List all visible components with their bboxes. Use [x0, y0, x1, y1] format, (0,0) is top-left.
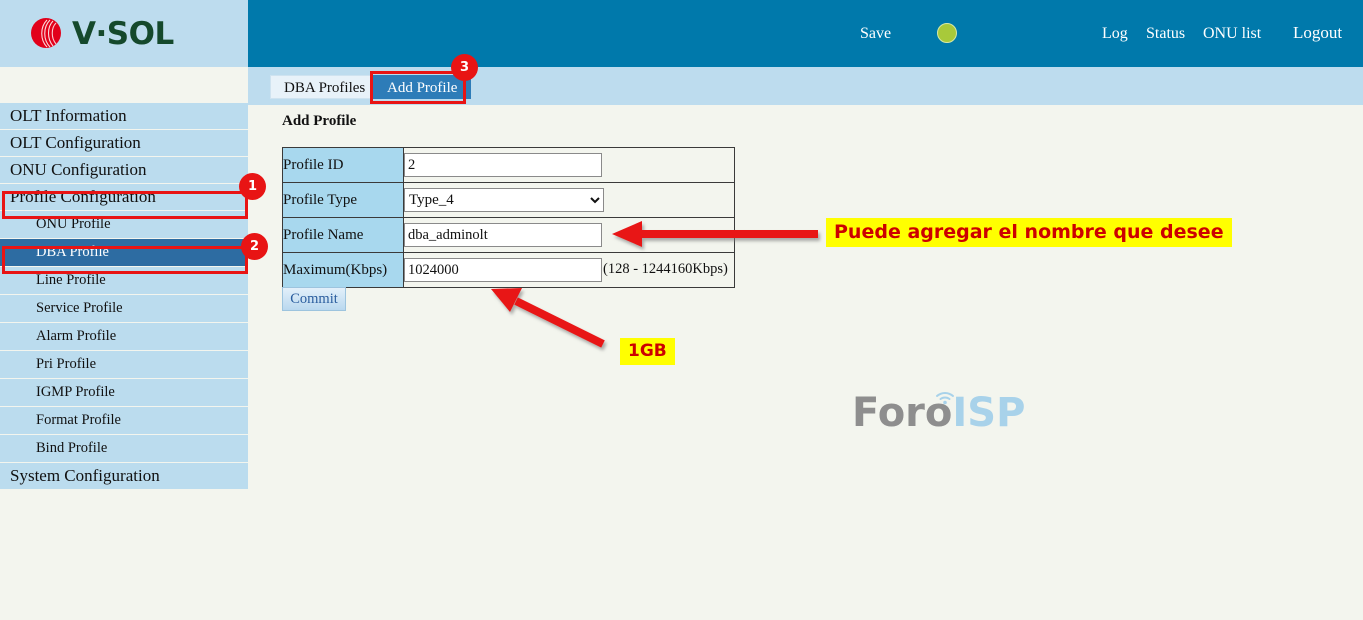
wifi-signal-icon [934, 389, 956, 405]
sidebar-item-service-profile[interactable]: Service Profile [0, 295, 248, 322]
log-link[interactable]: Log [1102, 25, 1128, 43]
sidebar-item-igmp-profile[interactable]: IGMP Profile [0, 379, 248, 406]
label-profile-name: Profile Name [282, 217, 404, 253]
top-band: V·SOL Save Log Status ONU list Logout [0, 0, 1363, 67]
watermark-part-isp: ISP [952, 390, 1026, 436]
table-row-profile-type: Profile Type Type_4 [282, 182, 735, 218]
sidebar-item-onu-configuration[interactable]: ONU Configuration [0, 157, 248, 183]
save-status-indicator-icon [937, 23, 957, 43]
brand-name: V·SOL [72, 15, 174, 52]
tab-add-profile[interactable]: Add Profile [373, 75, 472, 99]
sidebar-nav: OLT Information OLT Configuration ONU Co… [0, 67, 248, 490]
sidebar-item-olt-information[interactable]: OLT Information [0, 103, 248, 129]
onu-list-link[interactable]: ONU list [1203, 25, 1261, 43]
watermark-part-foro: Foro [852, 390, 953, 436]
table-row-profile-name: Profile Name [282, 217, 735, 253]
vsol-swoosh-logo-icon [22, 12, 66, 56]
save-button[interactable]: Save [860, 25, 891, 43]
sidebar-item-format-profile[interactable]: Format Profile [0, 407, 248, 434]
status-link[interactable]: Status [1146, 25, 1185, 43]
commit-button[interactable]: Commit [282, 287, 346, 311]
tab-bar: DBA Profiles Add Profile [248, 67, 1363, 105]
sidebar-item-dba-profile[interactable]: DBA Profile [0, 239, 248, 266]
sidebar-item-pri-profile[interactable]: Pri Profile [0, 351, 248, 378]
page-title: Add Profile [282, 113, 357, 129]
tab-dba-profiles[interactable]: DBA Profiles [270, 75, 380, 99]
label-profile-type: Profile Type [282, 182, 404, 218]
sidebar-item-line-profile[interactable]: Line Profile [0, 267, 248, 294]
label-maximum-kbps: Maximum(Kbps) [282, 252, 404, 288]
table-row-maximum-kbps: Maximum(Kbps) (128 - 1244160Kbps) [282, 252, 735, 288]
sidebar-item-system-configuration[interactable]: System Configuration [0, 463, 248, 489]
logout-link[interactable]: Logout [1293, 23, 1342, 43]
sidebar-item-profile-configuration[interactable]: Profile Configuration [0, 184, 248, 210]
content-area: Add Profile Profile ID Profile Type Type… [248, 105, 1363, 620]
brand-logo: V·SOL [0, 0, 248, 67]
maximum-kbps-range-hint: (128 - 1244160Kbps) [603, 261, 728, 278]
profile-type-select[interactable]: Type_4 [404, 188, 604, 212]
sidebar-item-alarm-profile[interactable]: Alarm Profile [0, 323, 248, 350]
table-row-profile-id: Profile ID [282, 147, 735, 183]
label-profile-id: Profile ID [282, 147, 404, 183]
sidebar-item-onu-profile[interactable]: ONU Profile [0, 211, 248, 238]
sidebar-item-bind-profile[interactable]: Bind Profile [0, 435, 248, 462]
header-bar: Save Log Status ONU list Logout [248, 0, 1363, 67]
add-profile-form: Profile ID Profile Type Type_4 Profile N… [282, 147, 735, 288]
foroisp-watermark: ForoISP [852, 393, 1025, 433]
maximum-kbps-input[interactable] [404, 258, 602, 282]
profile-name-input[interactable] [404, 223, 602, 247]
sidebar-item-olt-configuration[interactable]: OLT Configuration [0, 130, 248, 156]
profile-id-input[interactable] [404, 153, 602, 177]
